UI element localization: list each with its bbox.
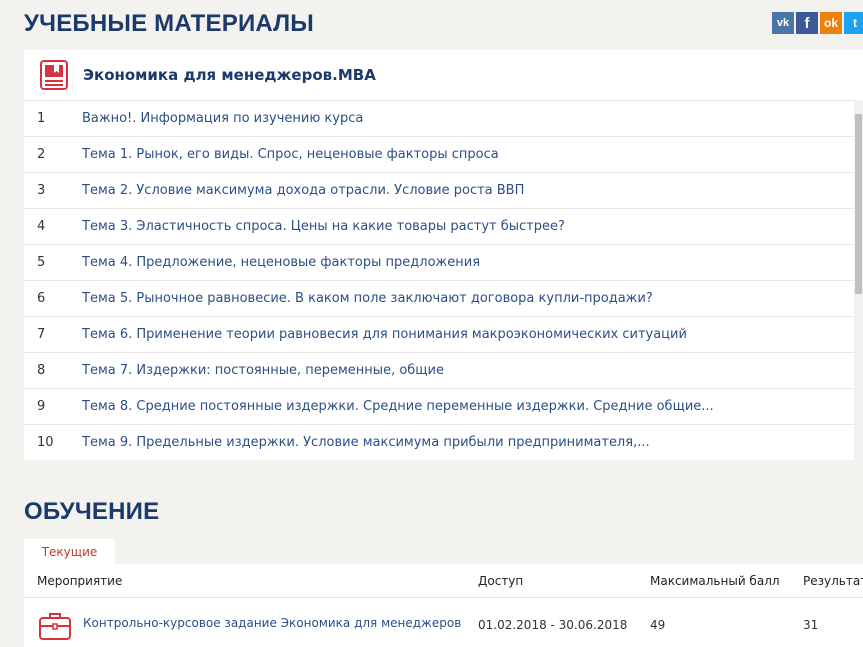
facebook-share-icon[interactable]: f <box>796 12 818 34</box>
topic-number: 1 <box>37 111 46 126</box>
topic-row[interactable]: 1 Важно!. Информация по изучению курса <box>24 101 854 137</box>
vk-share-icon[interactable]: vk <box>772 12 794 34</box>
topic-row[interactable]: 7 Тема 6. Применение теории равновесия д… <box>24 317 854 353</box>
course-header: Экономика для менеджеров.MBA <box>24 50 863 101</box>
column-header-event: Мероприятие <box>37 574 123 588</box>
topic-link[interactable]: Тема 5. Рыночное равновесие. В каком пол… <box>82 291 653 306</box>
event-access-dates: 01.02.2018 - 30.06.2018 <box>478 618 628 632</box>
topic-number: 2 <box>37 147 46 162</box>
topic-link[interactable]: Тема 2. Условие максимума дохода отрасли… <box>82 183 524 198</box>
training-section-title: ОБУЧЕНИЕ <box>24 498 160 525</box>
twitter-share-icon[interactable]: t <box>844 12 863 34</box>
topic-number: 7 <box>37 327 46 342</box>
topic-row[interactable]: 4 Тема 3. Эластичность спроса. Цены на к… <box>24 209 854 245</box>
topic-link[interactable]: Тема 4. Предложение, неценовые факторы п… <box>82 255 480 270</box>
briefcase-icon <box>39 613 71 640</box>
topic-link[interactable]: Тема 6. Применение теории равновесия для… <box>82 327 687 342</box>
book-icon <box>40 60 68 90</box>
scrollbar-thumb[interactable] <box>855 114 862 294</box>
topics-list: 1 Важно!. Информация по изучению курса 2… <box>24 101 863 460</box>
topic-link[interactable]: Важно!. Информация по изучению курса <box>82 111 363 126</box>
topic-number: 4 <box>37 219 46 234</box>
topic-row[interactable]: 5 Тема 4. Предложение, неценовые факторы… <box>24 245 854 281</box>
topic-row[interactable]: 2 Тема 1. Рынок, его виды. Спрос, нецено… <box>24 137 854 173</box>
topic-row[interactable]: 8 Тема 7. Издержки: постоянные, переменн… <box>24 353 854 389</box>
topic-number: 9 <box>37 399 46 414</box>
tab-current[interactable]: Текущие <box>24 539 115 564</box>
column-header-max-score: Максимальный балл <box>650 574 780 588</box>
course-materials-card: Экономика для менеджеров.MBA 1 Важно!. И… <box>24 50 863 460</box>
event-link[interactable]: Контрольно-курсовое задание Экономика дл… <box>83 616 461 630</box>
column-header-result: Результат <box>803 574 863 588</box>
topic-number: 5 <box>37 255 46 270</box>
topic-number: 6 <box>37 291 46 306</box>
social-share-bar: vk f ok t <box>772 12 863 34</box>
event-result: 31 <box>803 618 819 632</box>
topic-row[interactable]: 3 Тема 2. Условие максимума дохода отрас… <box>24 173 854 209</box>
topic-link[interactable]: Тема 9. Предельные издержки. Условие мак… <box>82 435 650 450</box>
training-table: Мероприятие Доступ Максимальный балл Рез… <box>24 564 863 647</box>
topic-link[interactable]: Тема 3. Эластичность спроса. Цены на как… <box>82 219 565 234</box>
event-max-score: 49 <box>650 618 666 632</box>
topic-number: 8 <box>37 363 46 378</box>
column-header-access: Доступ <box>478 574 524 588</box>
course-title[interactable]: Экономика для менеджеров.MBA <box>83 66 376 84</box>
topic-link[interactable]: Тема 1. Рынок, его виды. Спрос, неценовы… <box>82 147 499 162</box>
topic-number: 3 <box>37 183 46 198</box>
topic-row[interactable]: 9 Тема 8. Средние постоянные издержки. С… <box>24 389 854 425</box>
topics-scrollbar[interactable] <box>854 100 863 460</box>
topic-number: 10 <box>37 435 54 450</box>
topic-link[interactable]: Тема 8. Средние постоянные издержки. Сре… <box>82 399 714 414</box>
materials-section-title: УЧЕБНЫЕ МАТЕРИАЛЫ <box>24 10 314 37</box>
topic-row[interactable]: 6 Тема 5. Рыночное равновесие. В каком п… <box>24 281 854 317</box>
topic-row[interactable]: 10 Тема 9. Предельные издержки. Условие … <box>24 425 854 460</box>
topic-link[interactable]: Тема 7. Издержки: постоянные, переменные… <box>82 363 444 378</box>
table-header-divider <box>24 597 863 598</box>
odnoklassniki-share-icon[interactable]: ok <box>820 12 842 34</box>
